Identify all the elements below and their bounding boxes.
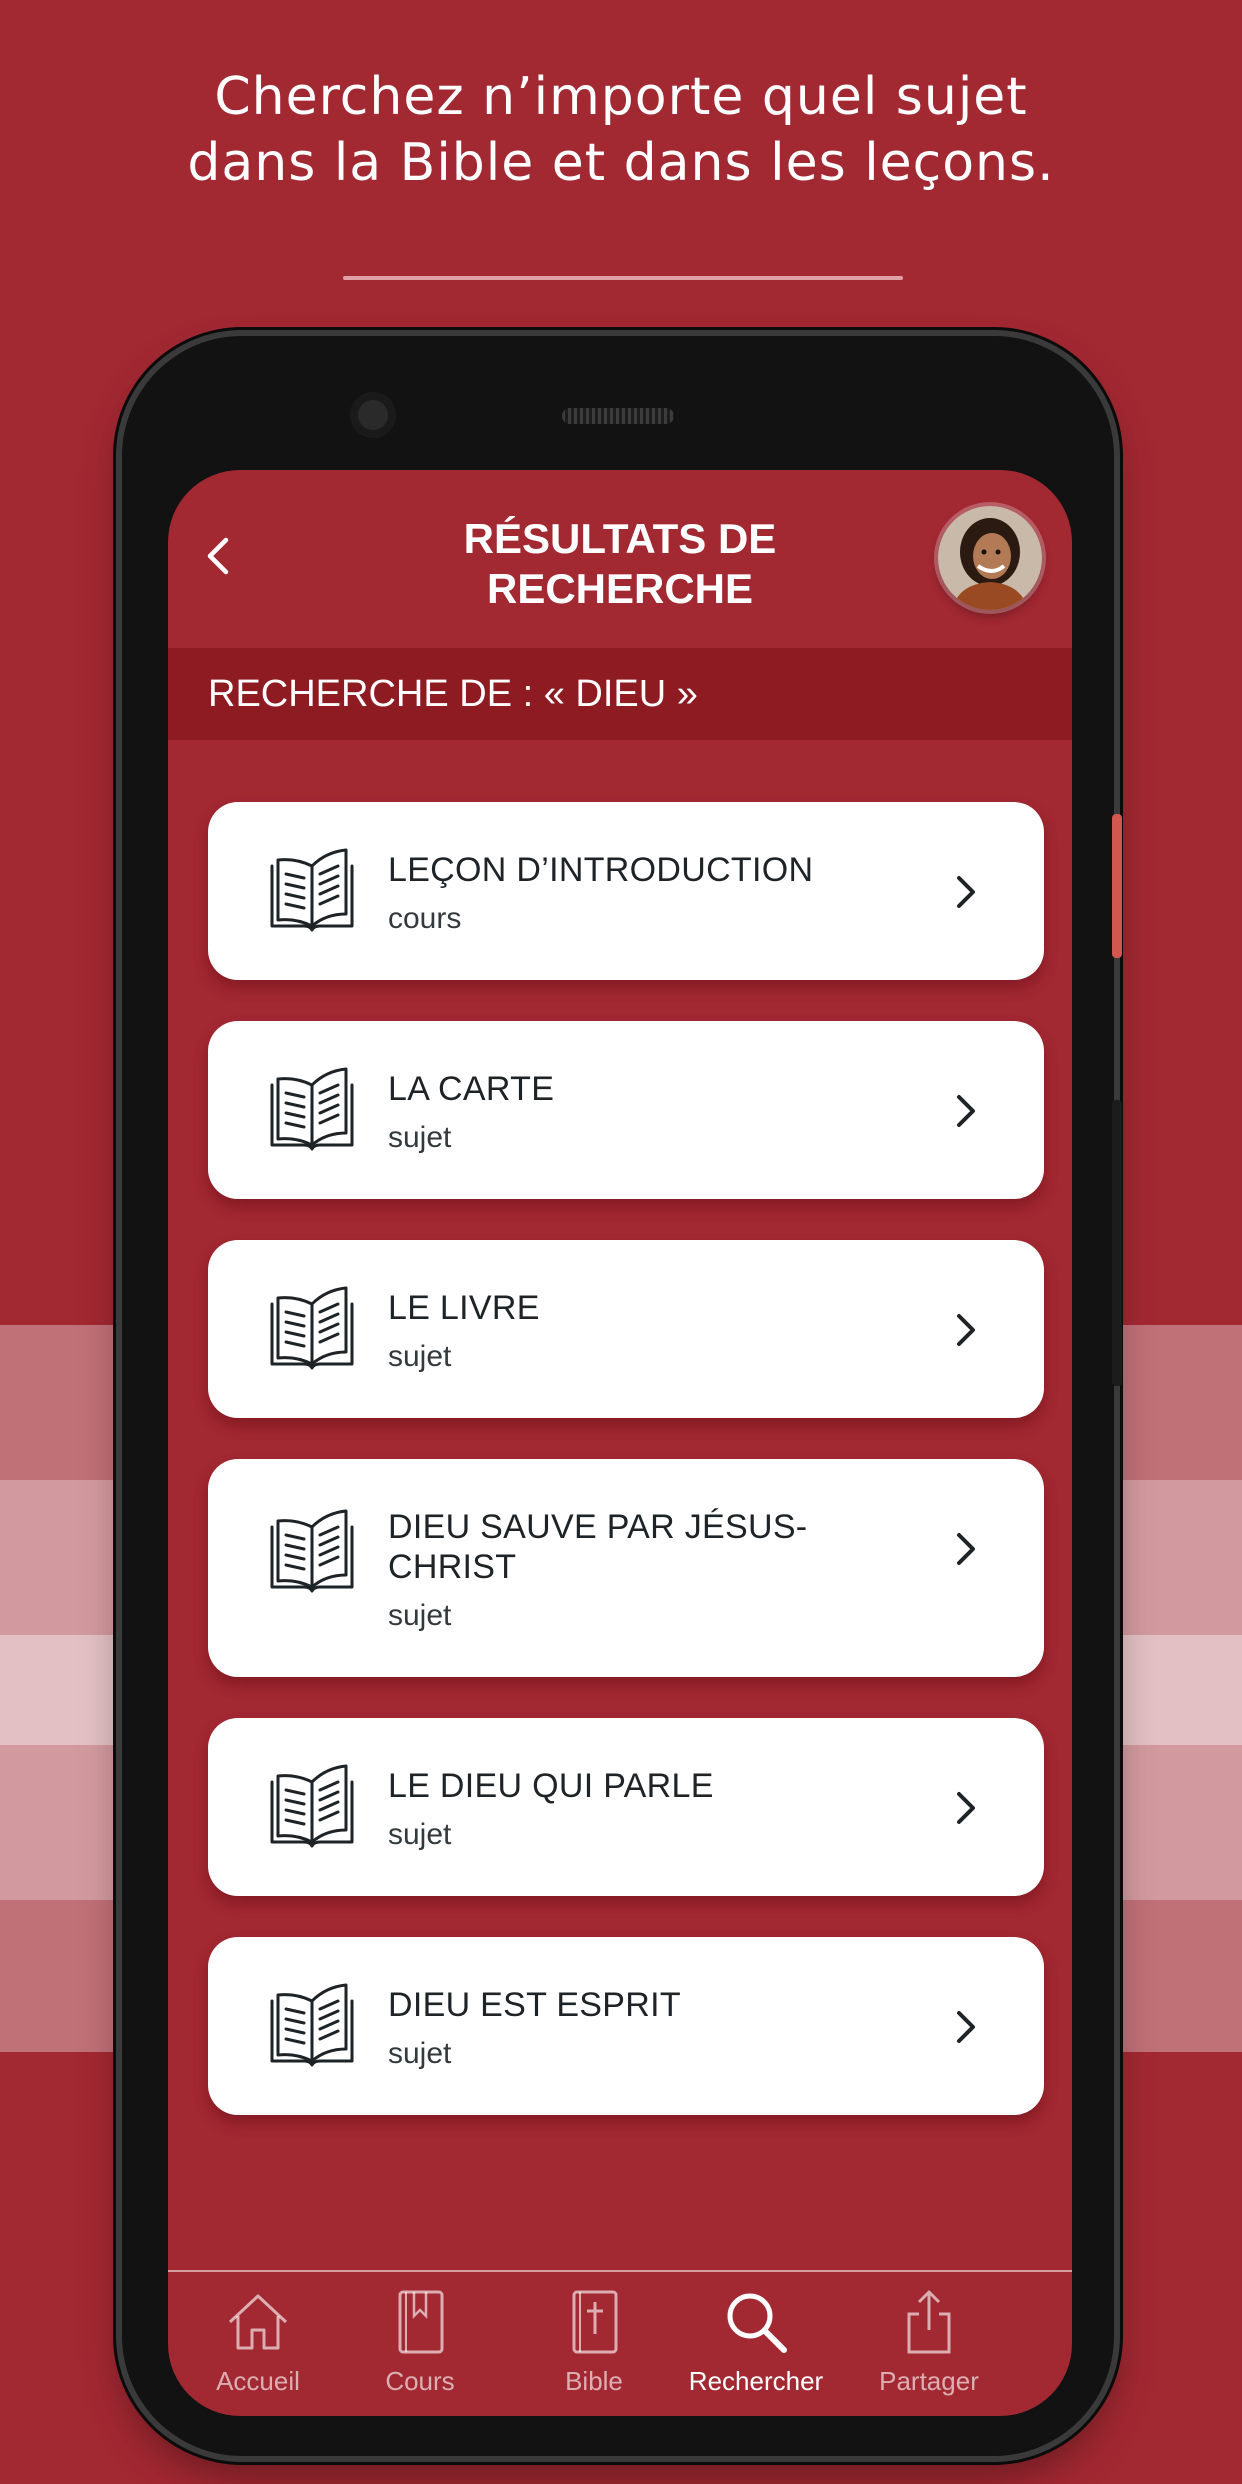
app-screen: RÉSULTATS DE RECHERCHE RECHERCHE DE : « … bbox=[168, 470, 1072, 2416]
tab-accueil[interactable]: Accueil bbox=[173, 2286, 343, 2414]
share-icon bbox=[907, 2290, 951, 2354]
tab-label: Bible bbox=[565, 2366, 623, 2396]
result-title: LA CARTE bbox=[388, 1070, 555, 1108]
user-avatar[interactable] bbox=[938, 506, 1042, 610]
result-card[interactable]: LA CARTE sujet bbox=[208, 1021, 1044, 1199]
headline-divider bbox=[343, 276, 903, 280]
open-book-icon bbox=[270, 1764, 354, 1848]
tab-label: Partager bbox=[879, 2366, 979, 2396]
chevron-left-icon bbox=[207, 537, 229, 575]
avatar-photo bbox=[938, 506, 1042, 610]
result-title: DIEU EST ESPRIT bbox=[388, 1986, 681, 2024]
tab-cours[interactable]: Cours bbox=[335, 2286, 505, 2414]
result-title: DIEU SAUVE PAR JÉSUS-CHRIST bbox=[388, 1508, 808, 1586]
result-title: LEÇON D’INTRODUCTION bbox=[388, 851, 814, 889]
open-book-icon bbox=[270, 848, 354, 932]
promo-headline-line2: dans la Bible et dans les leçons. bbox=[187, 133, 1055, 193]
tab-bible[interactable]: Bible bbox=[509, 2286, 679, 2414]
open-book-icon bbox=[270, 1286, 354, 1370]
open-book-icon bbox=[270, 1983, 354, 2067]
app-header: RÉSULTATS DE RECHERCHE bbox=[168, 470, 1072, 648]
chevron-right-icon bbox=[957, 1792, 975, 1824]
page-title-line2: RECHERCHE bbox=[486, 565, 754, 612]
chevron-right-icon bbox=[957, 1533, 975, 1565]
page-title: RÉSULTATS DE RECHERCHE bbox=[318, 514, 922, 614]
page-title-line1: RÉSULTATS DE bbox=[463, 515, 777, 562]
tab-label: Accueil bbox=[216, 2366, 300, 2396]
search-icon bbox=[727, 2293, 787, 2353]
search-query-bar: RECHERCHE DE : « DIEU » bbox=[168, 648, 1072, 740]
tab-label: Rechercher bbox=[688, 2366, 824, 2396]
bookmark-book-icon bbox=[398, 2290, 444, 2354]
result-card[interactable]: LEÇON D’INTRODUCTION cours bbox=[208, 802, 1044, 980]
phone-frame: RÉSULTATS DE RECHERCHE RECHERCHE DE : « … bbox=[122, 336, 1122, 2456]
promo-headline: Cherchez n’importe quel sujet dans la Bi… bbox=[0, 64, 1242, 196]
tab-rechercher[interactable]: Rechercher bbox=[671, 2286, 841, 2414]
result-kind: sujet bbox=[388, 1121, 452, 1154]
result-kind: cours bbox=[388, 902, 462, 935]
back-button[interactable] bbox=[188, 526, 248, 586]
bottom-tab-bar: Accueil Cours Bible Rechercher Partager bbox=[168, 2270, 1072, 2416]
bible-cross-icon bbox=[572, 2290, 618, 2354]
chevron-right-icon bbox=[957, 876, 975, 908]
home-icon bbox=[228, 2294, 288, 2350]
tab-label: Cours bbox=[385, 2366, 455, 2396]
result-card[interactable]: LE LIVRE sujet bbox=[208, 1240, 1044, 1418]
result-card[interactable]: DIEU EST ESPRIT sujet bbox=[208, 1937, 1044, 2115]
chevron-right-icon bbox=[957, 1095, 975, 1127]
result-kind: sujet bbox=[388, 1599, 452, 1632]
result-title: LE LIVRE bbox=[388, 1289, 540, 1327]
result-kind: sujet bbox=[388, 1340, 452, 1373]
result-card[interactable]: DIEU SAUVE PAR JÉSUS-CHRIST sujet bbox=[208, 1459, 1044, 1677]
open-book-icon bbox=[270, 1509, 354, 1593]
result-title: LE DIEU QUI PARLE bbox=[388, 1767, 714, 1805]
result-kind: sujet bbox=[388, 1818, 452, 1851]
result-card[interactable]: LE DIEU QUI PARLE sujet bbox=[208, 1718, 1044, 1896]
chevron-right-icon bbox=[957, 2011, 975, 2043]
open-book-icon bbox=[270, 1067, 354, 1151]
phone-power-button bbox=[1112, 814, 1122, 958]
result-kind: sujet bbox=[388, 2037, 452, 2070]
promo-headline-line1: Cherchez n’importe quel sujet bbox=[214, 67, 1028, 127]
front-camera bbox=[350, 392, 396, 438]
tab-partager[interactable]: Partager bbox=[844, 2286, 1014, 2414]
phone-volume-button bbox=[1112, 1100, 1122, 1386]
search-query-label: RECHERCHE DE : « DIEU » bbox=[208, 673, 698, 715]
chevron-right-icon bbox=[957, 1314, 975, 1346]
earpiece-speaker bbox=[562, 408, 674, 424]
